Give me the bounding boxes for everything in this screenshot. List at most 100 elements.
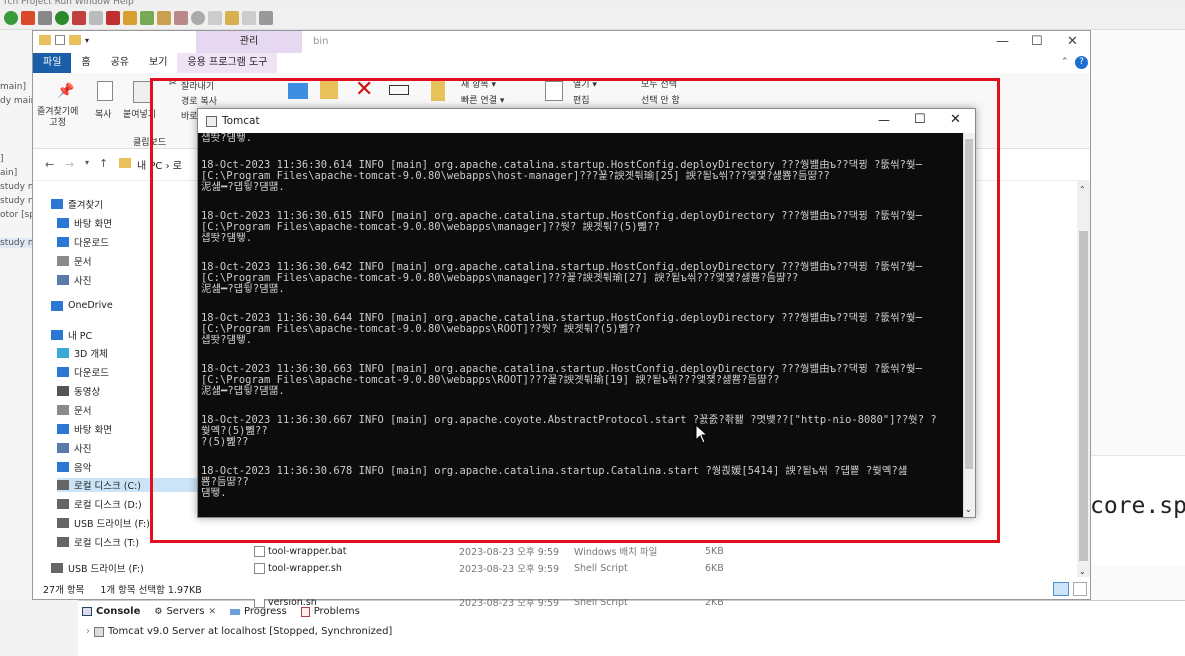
close-icon[interactable]: ✕ [208,607,216,617]
project-fragment[interactable]: study ma [0,238,42,248]
nav-item[interactable]: USB 드라이브 (F:) [51,561,144,575]
project-fragment[interactable]: study n [0,196,34,206]
nav-item[interactable]: 로컬 디스크 (T:) [57,535,139,549]
nav-item[interactable]: 즐겨찾기 [51,197,103,211]
nav-item[interactable]: 바탕 화면 [57,422,112,436]
nav-item-label: 다운로드 [74,238,109,249]
run-icon[interactable] [55,10,69,25]
tab-share[interactable]: 공유 [101,53,139,73]
file-row[interactable]: tool-wrapper.bat 2023-08-23 오후 9:59 Window… [251,543,811,559]
servers-icon: ⚙ [154,606,163,617]
nav-item[interactable]: 3D 개체 [57,346,108,360]
nav-item-label: 바탕 화면 [74,425,112,436]
tab-servers[interactable]: ⚙ Servers ✕ [154,606,216,617]
video-icon [57,386,69,396]
scrollbar-thumb[interactable] [1079,231,1088,561]
new-server-icon[interactable] [123,10,137,25]
maximize-button[interactable]: ☐ [1031,34,1043,49]
console-output[interactable]: 섑똿?덈뙣. 18-Oct-2023 11:36:30.614 INFO [ma… [198,133,963,517]
console-scroll-down-icon[interactable]: ⌄ [965,505,972,514]
forward-arrow-icon[interactable]: → [65,158,74,171]
log-entry: 18-Oct-2023 11:36:30.642 INFO [main] org… [201,261,922,295]
file-row[interactable]: tool-wrapper.sh 2023-08-23 오후 9:59 Shell S… [251,560,811,576]
code-fragment[interactable]: core.sp [1090,493,1185,519]
nav-item-label: 로컬 디스크 (C:) [74,481,141,492]
nav-item[interactable]: 문서 [57,254,91,268]
refresh-icon[interactable] [21,10,35,25]
nav-item[interactable]: 다운로드 [57,365,109,379]
tomcat-close-button[interactable]: ✕ [950,112,961,127]
publish-icon[interactable] [106,10,120,25]
document-icon [57,405,69,415]
details-view-icon[interactable] [1053,582,1069,596]
external-tools-icon[interactable] [72,10,86,25]
log-entry: 18-Oct-2023 11:36:30.615 INFO [main] org… [201,210,922,244]
nav-item[interactable]: 문서 [57,403,91,417]
nav-item[interactable]: 로컬 디스크 (D:) [57,497,142,511]
nav-item[interactable]: OneDrive [51,300,113,311]
ribbon-tabs: 파일 홈 공유 보기 응용 프로그램 도구 [33,53,1090,73]
up-arrow-icon[interactable]: ↑ [99,157,108,170]
tab-app-tools[interactable]: 응용 프로그램 도구 [177,53,278,73]
new-folder-icon[interactable] [69,35,81,45]
tomcat-maximize-button[interactable]: ☐ [914,112,926,127]
tomcat-console-window: Tomcat — ☐ ✕ 섑똿?덈뙣. 18-Oct-2023 11:36:30… [197,108,976,518]
project-fragment[interactable]: ain] [0,168,17,178]
nav-item-label: 사진 [74,444,92,455]
nav-item-label: 3D 개체 [74,349,108,360]
project-fragment[interactable]: ] [0,154,4,164]
nav-item[interactable]: 사진 [57,441,91,455]
properties-icon[interactable] [55,35,65,45]
nav-item[interactable]: 사진 [57,273,91,287]
nav-item-label: 즐겨찾기 [68,200,103,211]
search-icon[interactable] [191,10,205,25]
pin-editor-icon[interactable] [259,10,273,25]
scroll-down-icon[interactable]: ⌄ [1079,567,1086,576]
project-fragment[interactable]: main] [0,82,26,92]
copy-button[interactable]: 복사 [95,107,112,120]
tab-view[interactable]: 보기 [139,53,177,73]
scroll-up-icon[interactable]: ⌃ [1079,185,1086,194]
file-type: Windows 배치 파일 [574,547,658,558]
stop-icon[interactable] [89,10,103,25]
settings-icon[interactable] [38,10,52,25]
nav-item[interactable]: 바탕 화면 [57,216,112,230]
recent-dropdown-icon[interactable]: ▾ [85,158,89,167]
manage-context-tab[interactable]: 관리 [196,31,302,53]
minimize-button[interactable]: — [996,34,1009,49]
nav-item[interactable]: 음악 [57,460,91,474]
large-icons-view-icon[interactable] [1073,582,1087,596]
pin-to-quick-access-button[interactable]: 즐겨찾기에 고정 [37,107,78,129]
help-icon[interactable]: ? [1075,56,1088,69]
forward-icon[interactable] [242,10,256,25]
collapse-ribbon-icon[interactable]: ⌃ [1061,57,1069,67]
chevron-right-icon[interactable]: › [86,626,90,637]
console-scrollbar-thumb[interactable] [965,139,973,469]
next-annotation-icon[interactable] [208,10,222,25]
new-class-icon[interactable] [140,10,154,25]
tab-file[interactable]: 파일 [33,53,72,73]
window-title: bin [313,36,329,47]
usb-icon [51,563,63,573]
back-arrow-icon[interactable]: ← [45,158,54,171]
star-icon [51,199,63,209]
chevron-down-icon[interactable]: ▾ [85,36,89,45]
nav-item[interactable]: 동영상 [57,384,100,398]
project-fragment[interactable]: otor [sp [0,210,35,220]
tab-home[interactable]: 홈 [71,53,100,73]
nav-item[interactable]: 다운로드 [57,235,109,249]
close-button[interactable]: ✕ [1067,34,1078,49]
project-fragment[interactable]: dy main [0,96,36,106]
nav-item[interactable]: 내 PC [51,328,92,342]
console-icon [82,607,92,616]
tomcat-minimize-button[interactable]: — [878,113,890,127]
log-entry: 18-Oct-2023 11:36:30.614 INFO [main] org… [201,159,922,193]
open-type-icon[interactable] [174,10,188,25]
log-entry: 18-Oct-2023 11:36:30.667 INFO [main] org… [201,414,937,448]
debug-icon[interactable] [4,10,18,25]
new-package-icon[interactable] [157,10,171,25]
nav-item[interactable]: USB 드라이브 (F:) [57,516,150,530]
back-icon[interactable] [225,10,239,25]
nav-item-label: USB 드라이브 (F:) [68,564,144,575]
tab-console[interactable]: Console [82,606,140,617]
